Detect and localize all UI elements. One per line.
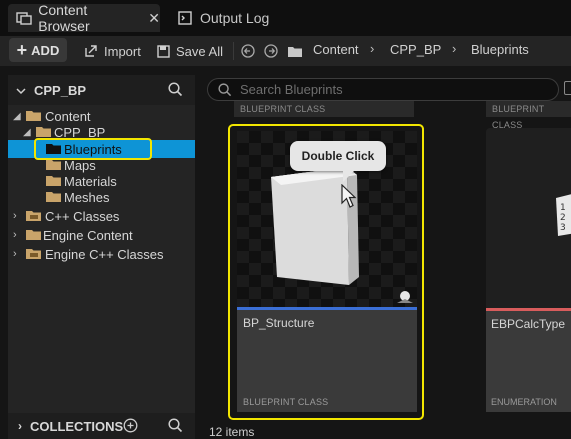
tree-item-label: Meshes xyxy=(64,189,110,205)
toolbar: + ADD Import Save All Content › CPP_BP ›… xyxy=(0,36,571,66)
tree-item-label: C++ Classes xyxy=(45,208,120,224)
chevron-down-icon[interactable] xyxy=(16,83,26,98)
folder-icon xyxy=(46,160,61,170)
item-count: 12 items xyxy=(209,425,255,439)
tree-item-cpp-classes[interactable]: › C++ Classes xyxy=(8,207,195,225)
content-browser-window: Content Browser ✕ Output Log + ADD Impor… xyxy=(0,0,571,439)
tree-item-label: Engine Content xyxy=(43,227,133,243)
forward-arrow-icon xyxy=(264,44,278,58)
sources-header[interactable]: CPP_BP xyxy=(8,75,195,105)
tree-item-label: Engine C++ Classes xyxy=(45,246,164,262)
plus-icon: + xyxy=(16,40,28,60)
add-button[interactable]: + ADD xyxy=(9,38,67,62)
asset-name: BP_Structure xyxy=(243,316,315,330)
search-icon[interactable] xyxy=(168,418,183,436)
collapsed-arrow-icon[interactable]: › xyxy=(13,210,17,222)
expand-arrow-icon[interactable]: ◢ xyxy=(13,111,21,122)
expand-arrow-icon[interactable]: ◢ xyxy=(23,127,31,138)
collections-label: COLLECTIONS xyxy=(30,418,124,434)
tree-item-meshes[interactable]: Meshes xyxy=(8,188,195,206)
folder-icon xyxy=(287,40,303,62)
asset-info: EBPCalcType ENUMERATION xyxy=(486,311,571,412)
search-icon[interactable] xyxy=(168,82,183,100)
callout-text: Double Click xyxy=(301,149,375,163)
collapsed-arrow-icon[interactable]: › xyxy=(13,248,17,260)
import-button[interactable]: Import xyxy=(84,40,141,62)
tree-item-engine-content[interactable]: › Engine Content xyxy=(8,226,195,244)
asset-info: BP_Structure BLUEPRINT CLASS xyxy=(237,310,417,412)
svg-text:3: 3 xyxy=(560,223,566,233)
close-icon[interactable]: ✕ xyxy=(148,10,160,27)
mouse-cursor-icon xyxy=(341,184,357,208)
chevron-right-icon: › xyxy=(452,41,457,56)
folder-icon xyxy=(46,144,61,154)
folder-icon xyxy=(46,192,61,202)
chevron-right-icon: › xyxy=(370,41,375,56)
save-all-button[interactable]: Save All xyxy=(157,40,223,62)
collapsed-arrow-icon[interactable]: › xyxy=(13,229,17,241)
import-label: Import xyxy=(104,43,141,59)
save-all-label: Save All xyxy=(176,43,223,59)
tab-bar: Content Browser ✕ Output Log xyxy=(0,0,571,36)
tab-output-log[interactable]: Output Log xyxy=(170,4,290,32)
search-input[interactable]: Search Blueprints xyxy=(207,78,559,101)
asset-tile-above[interactable]: BLUEPRINT CLASS xyxy=(486,101,571,130)
chevron-right-icon[interactable]: › xyxy=(18,419,22,433)
tree-item-label: Materials xyxy=(64,173,117,189)
tree-item-label: Content xyxy=(45,108,91,124)
search-icon xyxy=(218,82,232,97)
asset-tile-ebpcalctype[interactable]: 1 2 3 EBPCalcType ENUMERATION xyxy=(486,128,571,412)
content-browser-icon xyxy=(15,10,32,26)
asset-class: BLUEPRINT CLASS xyxy=(243,397,329,407)
back-arrow-icon xyxy=(241,44,255,58)
collections-header[interactable]: › COLLECTIONS xyxy=(8,413,195,439)
search-placeholder: Search Blueprints xyxy=(240,82,343,97)
enum-list-icon: 1 2 3 xyxy=(556,194,571,236)
folder-icon xyxy=(26,230,41,240)
double-click-callout: Double Click xyxy=(290,141,386,171)
tree-item-label: Blueprints xyxy=(64,141,122,157)
breadcrumb-blueprints[interactable]: Blueprints xyxy=(471,42,529,57)
folder-icon xyxy=(46,176,61,186)
back-button[interactable] xyxy=(241,40,255,62)
asset-class: BLUEPRINT CLASS xyxy=(492,104,545,130)
add-label: ADD xyxy=(31,42,60,58)
svg-text:2: 2 xyxy=(560,213,566,223)
add-collection-icon[interactable] xyxy=(123,418,138,436)
toolbar-divider xyxy=(233,42,234,60)
folder-open-icon xyxy=(36,127,51,137)
cpp-folder-icon xyxy=(26,211,41,221)
callout-tail xyxy=(343,170,355,182)
asset-name: EBPCalcType xyxy=(491,317,566,331)
cpp-folder-icon xyxy=(26,249,41,259)
asset-class: ENUMERATION xyxy=(491,397,557,407)
breadcrumb-cpp-bp[interactable]: CPP_BP xyxy=(390,42,441,57)
import-icon xyxy=(84,44,98,58)
tab-label: Output Log xyxy=(200,10,270,26)
svg-text:1: 1 xyxy=(560,203,566,213)
asset-tile-above[interactable]: BLUEPRINT CLASS xyxy=(234,101,414,117)
tree-item-label: Maps xyxy=(64,157,96,173)
save-icon xyxy=(157,44,170,58)
tab-content-browser[interactable]: Content Browser ✕ xyxy=(8,2,160,34)
sources-title: CPP_BP xyxy=(34,82,87,98)
view-options-icon[interactable] xyxy=(564,81,571,95)
asset-thumbnail: 1 2 3 xyxy=(486,128,571,308)
tab-label: Content Browser xyxy=(38,2,90,34)
output-log-icon xyxy=(176,10,194,26)
folder-open-icon xyxy=(26,111,41,121)
asset-class: BLUEPRINT CLASS xyxy=(240,104,326,114)
forward-button[interactable] xyxy=(264,40,278,62)
asset-view: Search Blueprints BLUEPRINT CLASS BLUEPR… xyxy=(201,75,571,439)
sources-panel: CPP_BP ◢ Content ◢ CPP_BP Blueprints Map… xyxy=(8,75,195,439)
breadcrumb-content[interactable]: Content xyxy=(313,42,359,57)
tree-item-engine-cpp-classes[interactable]: › Engine C++ Classes xyxy=(8,245,195,263)
